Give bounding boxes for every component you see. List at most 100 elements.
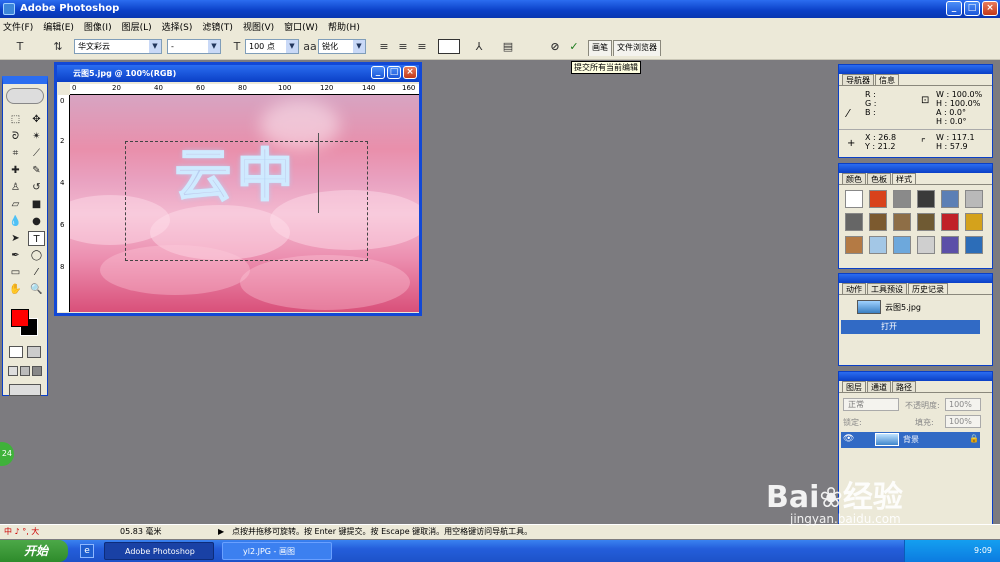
style-swatch[interactable] — [869, 236, 887, 254]
menu-edit[interactable]: 编辑(E) — [43, 20, 74, 33]
style-swatch[interactable] — [845, 236, 863, 254]
menu-view[interactable]: 视图(V) — [243, 20, 274, 33]
minimize-button[interactable]: _ — [946, 1, 962, 16]
foreground-color-swatch[interactable] — [11, 309, 29, 327]
eyedropper-icon[interactable]: ⁄ — [28, 265, 45, 280]
style-swatch[interactable] — [941, 213, 959, 231]
menu-help[interactable]: 帮助(H) — [328, 20, 360, 33]
style-swatch[interactable] — [869, 213, 887, 231]
warp-text-icon[interactable]: ⅄ — [471, 39, 487, 54]
commit-edit-icon[interactable]: ✓ — [566, 39, 582, 54]
side-badge[interactable]: 24 — [0, 442, 14, 466]
style-swatch[interactable] — [917, 190, 935, 208]
cancel-edit-icon[interactable]: ⊘ — [547, 39, 563, 54]
style-swatch[interactable] — [965, 190, 983, 208]
style-swatch[interactable] — [845, 213, 863, 231]
tab-color[interactable]: 颜色 — [842, 173, 866, 184]
adobe-online-icon[interactable] — [6, 88, 44, 104]
style-swatch[interactable] — [965, 236, 983, 254]
magic-wand-icon[interactable]: ✴ — [28, 129, 45, 144]
fill-field[interactable]: 100% — [945, 415, 981, 428]
menu-file[interactable]: 文件(F) — [3, 20, 33, 33]
eraser-tool-icon[interactable]: ▱ — [7, 197, 24, 212]
style-swatch[interactable] — [845, 190, 863, 208]
slice-tool-icon[interactable]: ⟋ — [28, 146, 45, 161]
ime-indicator[interactable]: 中 ♪ °, 大 — [4, 525, 39, 539]
type-tool-icon[interactable]: T — [12, 39, 28, 54]
quick-mask-icon[interactable] — [27, 346, 41, 358]
style-swatch[interactable] — [869, 190, 887, 208]
tab-layers[interactable]: 图层 — [842, 381, 866, 392]
screen-mode-standard-icon[interactable] — [8, 366, 18, 376]
image-canvas[interactable]: 云中 — [70, 95, 419, 312]
tab-info[interactable]: 信息 — [875, 74, 899, 85]
tab-channels[interactable]: 通道 — [867, 381, 891, 392]
shape-tool-icon[interactable]: ◯ — [28, 248, 45, 263]
style-swatch[interactable] — [941, 236, 959, 254]
tab-navigator[interactable]: 导航器 — [842, 74, 874, 85]
crop-tool-icon[interactable]: ⌗ — [7, 146, 24, 161]
history-brush-icon[interactable]: ↺ — [28, 180, 45, 195]
quicklaunch-ie-icon[interactable]: e — [80, 544, 94, 558]
start-button[interactable]: 开始 — [0, 540, 68, 562]
tab-swatches[interactable]: 色板 — [867, 173, 891, 184]
blur-tool-icon[interactable]: 💧 — [7, 214, 24, 229]
task-paint[interactable]: yl2.JPG - 画图 — [222, 542, 332, 560]
zoom-tool-icon[interactable]: 🔍 — [28, 282, 45, 297]
history-snapshot[interactable]: 云图5.jpg — [885, 302, 921, 313]
tab-history[interactable]: 历史记录 — [908, 283, 948, 294]
screen-mode-full-icon[interactable] — [32, 366, 42, 376]
text-orientation-icon[interactable]: ⇅ — [50, 39, 66, 54]
style-swatch[interactable] — [917, 213, 935, 231]
blend-mode-select[interactable]: 正常 — [843, 398, 899, 411]
hand-tool-icon[interactable]: ✋ — [7, 282, 24, 297]
jump-to-imageready-icon[interactable] — [9, 384, 41, 396]
tab-tool-presets[interactable]: 工具预设 — [867, 283, 907, 294]
marquee-tool-icon[interactable]: ⬚ — [7, 112, 24, 127]
tab-actions[interactable]: 动作 — [842, 283, 866, 294]
path-selection-icon[interactable]: ➤ — [7, 231, 24, 246]
screen-mode-full-menu-icon[interactable] — [20, 366, 30, 376]
tab-paths[interactable]: 路径 — [892, 381, 916, 392]
brush-tool-icon[interactable]: ✎ — [28, 163, 45, 178]
palettes-icon[interactable]: ▤ — [500, 39, 516, 54]
close-button[interactable]: × — [982, 1, 998, 16]
pen-tool-icon[interactable]: ✒ — [7, 248, 24, 263]
well-tab-brushes[interactable]: 画笔 — [588, 40, 612, 56]
style-swatch[interactable] — [893, 236, 911, 254]
menu-layer[interactable]: 图层(L) — [122, 20, 152, 33]
style-swatch[interactable] — [941, 190, 959, 208]
layer-row-background[interactable]: 👁 背景 🔒 — [841, 432, 980, 448]
maximize-button[interactable]: □ — [964, 1, 980, 16]
menu-filter[interactable]: 滤镜(T) — [202, 20, 233, 33]
font-style-select[interactable]: - ▼ — [167, 39, 221, 54]
move-tool-icon[interactable]: ✥ — [28, 112, 45, 127]
lasso-tool-icon[interactable]: ᘐ — [7, 129, 24, 144]
style-swatch[interactable] — [893, 213, 911, 231]
dodge-tool-icon[interactable]: ● — [28, 214, 45, 229]
antialias-select[interactable]: 锐化 ▼ — [318, 39, 366, 54]
style-swatch[interactable] — [917, 236, 935, 254]
style-swatch[interactable] — [893, 190, 911, 208]
doc-minimize-button[interactable]: _ — [371, 66, 385, 79]
healing-brush-icon[interactable]: ✚ — [7, 163, 24, 178]
doc-maximize-button[interactable]: □ — [387, 66, 401, 79]
notes-tool-icon[interactable]: ▭ — [7, 265, 24, 280]
visibility-eye-icon[interactable]: 👁 — [843, 434, 854, 444]
align-right-icon[interactable]: ≡ — [414, 39, 430, 54]
font-size-select[interactable]: 100 点 ▼ — [245, 39, 299, 54]
doc-close-button[interactable]: × — [403, 66, 417, 79]
menu-window[interactable]: 窗口(W) — [284, 20, 318, 33]
canvas-text-layer[interactable]: 云中 — [174, 131, 299, 212]
gradient-tool-icon[interactable]: ■ — [28, 197, 45, 212]
type-tool-icon[interactable]: T — [28, 231, 45, 246]
menu-select[interactable]: 选择(S) — [162, 20, 193, 33]
font-family-select[interactable]: 华文彩云 ▼ — [74, 39, 162, 54]
style-swatch[interactable] — [965, 213, 983, 231]
standard-mode-icon[interactable] — [9, 346, 23, 358]
align-left-icon[interactable]: ≡ — [376, 39, 392, 54]
well-tab-file-browser[interactable]: 文件浏览器 — [613, 40, 661, 56]
opacity-field[interactable]: 100% — [945, 398, 981, 411]
align-center-icon[interactable]: ≡ — [395, 39, 411, 54]
tab-styles[interactable]: 样式 — [892, 173, 916, 184]
